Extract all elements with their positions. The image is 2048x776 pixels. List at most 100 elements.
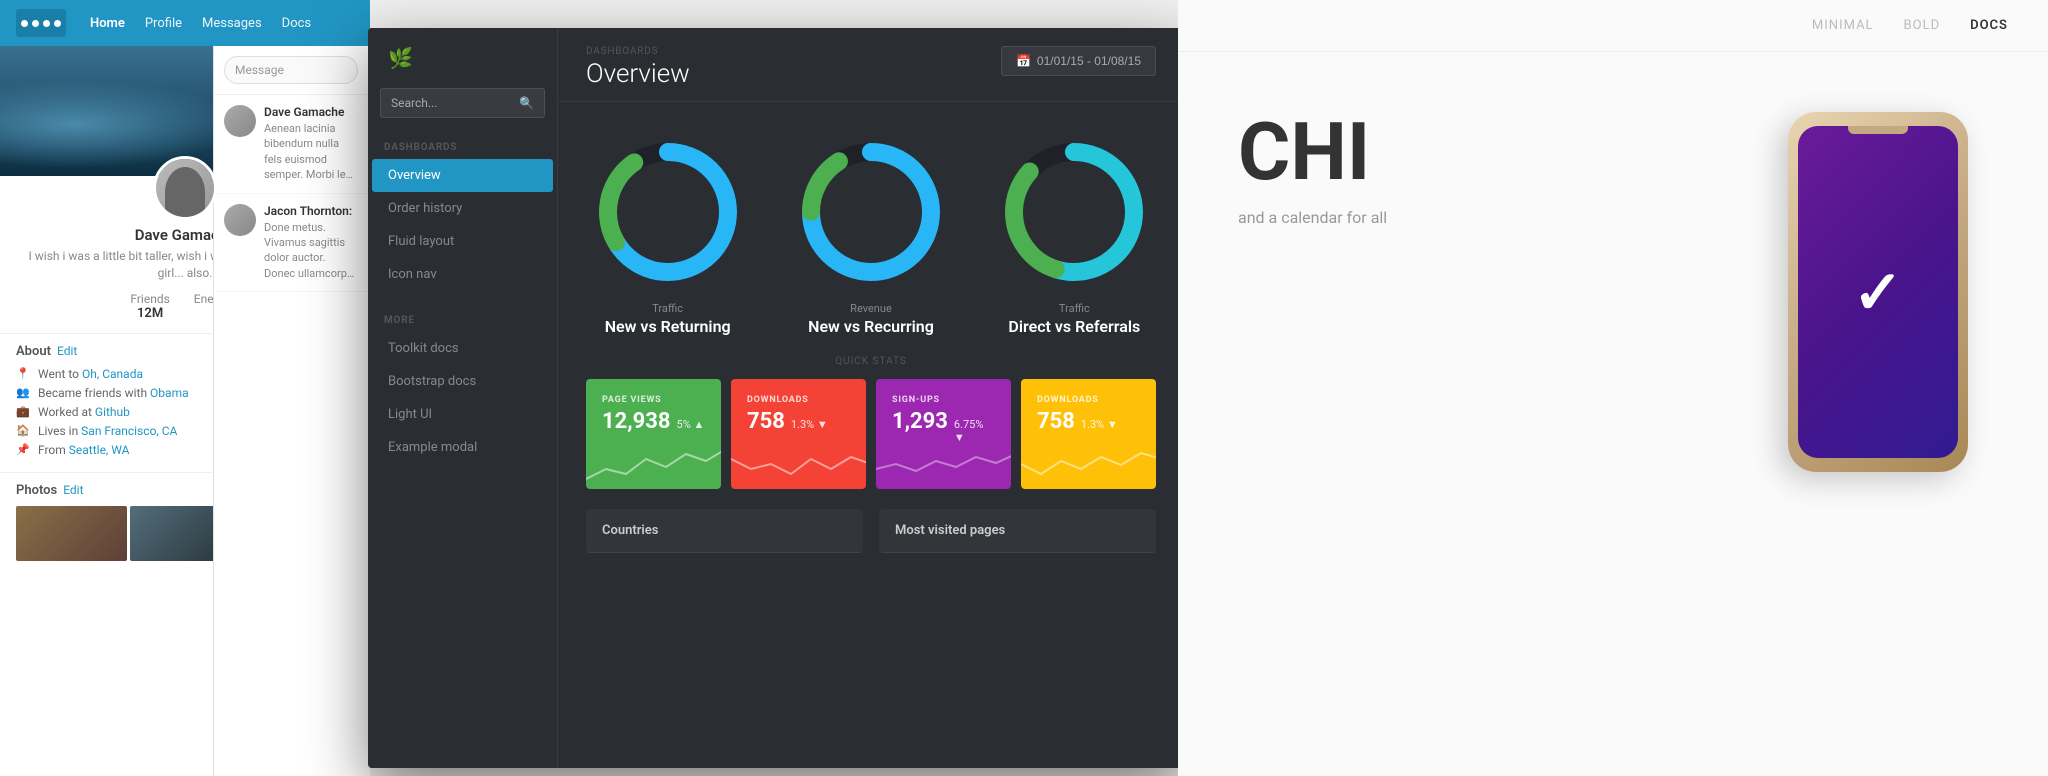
donut-svg-3 (994, 132, 1154, 292)
sidebar-item-bootstrap-docs[interactable]: Bootstrap docs (372, 365, 553, 398)
sidebar-item-order-history[interactable]: Order history (372, 192, 553, 225)
stat-card-change-downloads-2: 1.3% ▼ (1081, 418, 1118, 431)
about-label: About (16, 344, 51, 359)
message-item-2[interactable]: Jacon Thornton: Done metus. Vivamus sagi… (214, 194, 368, 293)
friends-with-link[interactable]: Obama (150, 386, 189, 400)
wave-svg-1 (586, 439, 721, 489)
quick-stats-label: QUICK STATS (586, 356, 1156, 367)
nav-messages[interactable]: Messages (202, 16, 262, 31)
date-range-text: 01/01/15 - 01/08/15 (1037, 54, 1141, 68)
stat-card-value-pageviews: 12,938 (602, 409, 671, 434)
friends-icon: 👥 (16, 386, 30, 399)
from-link[interactable]: Seattle, WA (69, 443, 130, 457)
friends-value: 12M (130, 306, 169, 321)
dash-search-input[interactable]: Search... 🔍 (380, 88, 545, 118)
donut-label-top-1: Traffic (652, 302, 683, 315)
sidebar-item-fluid-layout[interactable]: Fluid layout (372, 225, 553, 258)
donut-svg-1 (588, 132, 748, 292)
nav-docs[interactable]: Docs (282, 16, 311, 31)
photos-edit-link[interactable]: Edit (63, 483, 83, 497)
msg-name-2: Jacon Thornton: (264, 204, 358, 218)
logo-dot-2 (32, 20, 39, 27)
stat-card-value-signups: 1,293 (892, 409, 948, 434)
calendar-icon: 📅 (1016, 54, 1031, 68)
sidebar-item-example-modal[interactable]: Example modal (372, 431, 553, 464)
most-visited-table: Most visited pages (879, 509, 1156, 553)
about-lives-text: Lives in San Francisco, CA (38, 424, 177, 438)
nav-profile[interactable]: Profile (145, 16, 182, 31)
stat-card-label-downloads: DOWNLOADS (747, 395, 850, 405)
location-icon: 📍 (16, 367, 30, 380)
message-placeholder: Message (235, 63, 284, 77)
phone-notch (1848, 126, 1908, 134)
right-top-nav: MINIMAL BOLD DOCS (1178, 0, 2048, 52)
right-panel: MINIMAL BOLD DOCS CHI and a calendar for… (1178, 0, 2048, 776)
logo (16, 9, 66, 37)
donut-svg-2 (791, 132, 951, 292)
msg-avatar-1 (224, 105, 256, 137)
stat-card-value-row-4: 758 1.3% ▼ (1037, 409, 1140, 434)
about-from-text: From Seattle, WA (38, 443, 130, 457)
search-icon: 🔍 (519, 96, 534, 110)
logo-dot-4 (54, 20, 61, 27)
from-icon: 📌 (16, 443, 30, 456)
big-heading: CHI (1238, 105, 1370, 199)
wave-svg-3 (876, 439, 1011, 489)
messages-panel: Message Dave Gamache Aenean lacinia bibe… (213, 46, 368, 776)
phone-outer: ✓ (1788, 112, 1968, 472)
right-nav-docs[interactable]: DOCS (1970, 18, 2008, 33)
logo-dot-3 (43, 20, 50, 27)
nav-home[interactable]: Home (90, 16, 125, 31)
date-range-button[interactable]: 📅 01/01/15 - 01/08/15 (1001, 46, 1156, 76)
right-nav-bold[interactable]: BOLD (1904, 18, 1941, 33)
donut-label-main-3: Direct vs Referrals (1008, 317, 1140, 336)
most-visited-table-header: Most visited pages (879, 509, 1156, 553)
about-edit-link[interactable]: Edit (57, 344, 77, 358)
sidebar-item-light-ui[interactable]: Light UI (372, 398, 553, 431)
checkmark-icon: ✓ (1853, 257, 1903, 328)
phone-mockup: ✓ (1788, 112, 1988, 472)
countries-table: Countries (586, 509, 863, 553)
left-nav: Home Profile Messages Docs (0, 0, 370, 46)
wave-svg-4 (1021, 439, 1156, 489)
dash-header: DASHBOARDS Overview 📅 01/01/15 - 01/08/1… (558, 28, 1184, 102)
sidebar-item-toolkit-docs[interactable]: Toolkit docs (372, 332, 553, 365)
lives-link[interactable]: San Francisco, CA (81, 424, 177, 438)
msg-avatar-inner-2 (224, 204, 256, 236)
msg-text-2: Done metus. Vivamus sagittis dolor aucto… (264, 220, 358, 282)
went-link[interactable]: Oh, Canada (82, 367, 143, 381)
right-text-side: CHI and a calendar for all (1238, 112, 1728, 227)
photo-thumb-1[interactable] (16, 506, 127, 561)
bottom-section: Countries Most visited pages (558, 509, 1184, 573)
msg-text-1: Aenean lacinia bibendum nulla fels euism… (264, 121, 358, 183)
dash-title: Overview (586, 59, 690, 89)
stat-card-value-row-1: 12,938 5% ▲ (602, 409, 705, 434)
stat-card-signups: SIGN-UPS 1,293 6.75% ▼ (876, 379, 1011, 489)
right-nav-minimal[interactable]: MINIMAL (1812, 18, 1874, 33)
dashboards-section-label: DASHBOARDS (368, 134, 557, 159)
avatar-image (156, 159, 214, 217)
donut-chart-2: Revenue New vs Recurring (791, 132, 951, 336)
donut-label-main-1: New vs Returning (605, 317, 731, 336)
stat-card-value-row-2: 758 1.3% ▼ (747, 409, 850, 434)
message-item-1[interactable]: Dave Gamache Aenean lacinia bibendum nul… (214, 95, 368, 194)
wave-svg-2 (731, 439, 866, 489)
nav-links: Home Profile Messages Docs (90, 16, 311, 31)
home-icon: 🏠 (16, 424, 30, 437)
about-went-text: Went to Oh, Canada (38, 367, 143, 381)
stat-card-value-downloads: 758 (747, 409, 785, 434)
leaf-icon: 🌿 (388, 46, 412, 70)
msg-avatar-inner-1 (224, 105, 256, 137)
friends-label: Friends (130, 292, 169, 306)
work-link[interactable]: Github (95, 405, 130, 419)
donut-chart-1: Traffic New vs Returning (588, 132, 748, 336)
msg-avatar-2 (224, 204, 256, 236)
sidebar-item-overview[interactable]: Overview (372, 159, 553, 192)
stat-card-value-downloads-2: 758 (1037, 409, 1075, 434)
donut-label-top-3: Traffic (1059, 302, 1090, 315)
sidebar-item-icon-nav[interactable]: Icon nav (372, 258, 553, 291)
stat-card-label-downloads-2: DOWNLOADS (1037, 395, 1140, 405)
message-input-wrap: Message (214, 46, 368, 95)
donut-label-main-2: New vs Recurring (808, 317, 934, 336)
right-subtitle: and a calendar for all (1238, 208, 1728, 227)
